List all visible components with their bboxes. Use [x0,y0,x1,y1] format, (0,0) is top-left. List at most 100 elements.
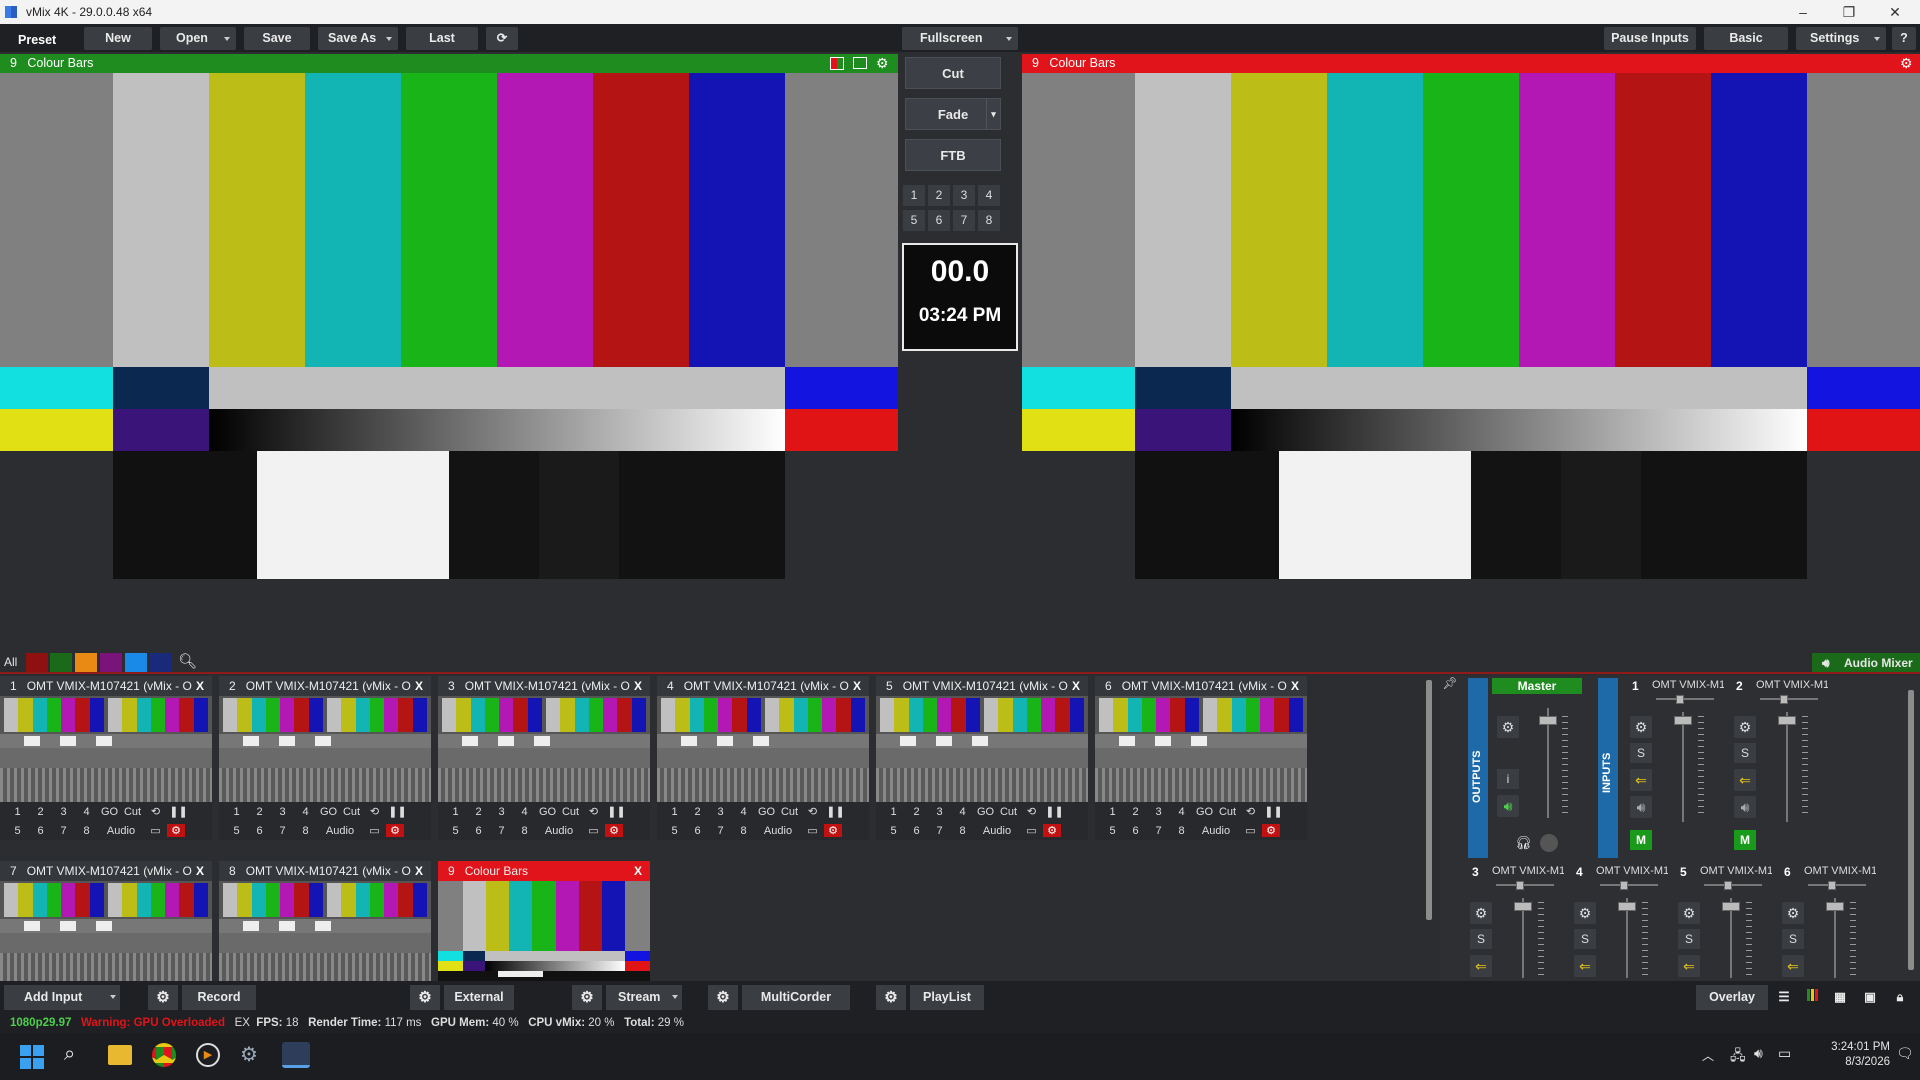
input-preview[interactable] [876,696,1088,802]
overlay-2-button[interactable]: 2 [905,806,928,818]
open-button[interactable]: Open [160,27,236,50]
overlay-5-button[interactable]: 5 [882,825,905,837]
save-button[interactable]: Save [244,27,310,50]
overlay-1-button[interactable]: 1 [663,806,686,818]
overlay-6-button[interactable]: 6 [1124,825,1147,837]
record-gear-icon[interactable]: ⚙ [148,985,178,1010]
stream-gear-icon[interactable]: ⚙ [572,985,602,1010]
overlay-1-button[interactable]: 1 [225,806,248,818]
filter-blue[interactable] [125,653,147,672]
channel-gear-icon[interactable]: ⚙ [1470,902,1492,924]
close-input-icon[interactable]: X [196,676,204,696]
overlay-4-button[interactable]: 4 [294,806,317,818]
monitor-icon[interactable]: ▭ [1239,824,1262,837]
minimize-button[interactable]: – [1788,2,1818,22]
overlay-2-button[interactable]: 2 [248,806,271,818]
cut-button[interactable]: Cut [905,57,1001,89]
settings-button[interactable]: Settings [1796,27,1886,50]
input-header[interactable]: 2 OMT VMIX-M107421 (vMix - O X [219,676,431,696]
preview-pane[interactable]: 9 Colour Bars ⚙ [0,54,898,587]
overlay-8-button[interactable]: 8 [732,825,755,837]
master-gear-icon[interactable]: ⚙ [1497,716,1519,738]
bus-arrow-icon[interactable]: ⇐ [1678,955,1700,977]
solo-button[interactable]: S [1630,743,1652,763]
input-cut-button[interactable]: Cut [340,806,363,818]
channel-gear-icon[interactable]: ⚙ [1782,902,1804,924]
settings-app-icon[interactable]: ⚙ [240,1042,258,1067]
volume-fader-knob[interactable] [1778,716,1796,725]
file-explorer-icon[interactable] [108,1045,132,1065]
master-speaker-icon[interactable]: 🔊︎ [1497,795,1519,817]
stream-button[interactable]: Stream [606,985,682,1010]
transition-8-button[interactable]: 8 [978,210,1000,231]
close-input-icon[interactable]: X [1072,676,1080,696]
transition-7-button[interactable]: 7 [953,210,975,231]
input-6[interactable]: 6 OMT VMIX-M107421 (vMix - O X 1234 GO Cu… [1095,676,1307,840]
solo-button[interactable]: S [1734,743,1756,763]
input-header[interactable]: 8 OMT VMIX-M107421 (vMix - O X [219,861,431,881]
overlay-4-button[interactable]: 4 [75,806,98,818]
quick-play-icon[interactable] [830,57,844,70]
overlay-2-button[interactable]: 2 [1124,806,1147,818]
input-gear-icon[interactable]: ⚙ [605,824,623,837]
playlist-gear-icon[interactable]: ⚙ [876,985,906,1010]
search-icon[interactable]: ⌕ [64,1043,75,1066]
filter-all[interactable]: All [4,655,17,669]
search-icon[interactable]: 🔍︎ [178,652,197,670]
chevron-down-icon[interactable] [110,995,116,999]
overlay-1-button[interactable]: 1 [882,806,905,818]
close-input-icon[interactable]: X [196,861,204,881]
balance-knob[interactable] [1620,881,1628,890]
monitor-icon[interactable]: ▭ [363,824,386,837]
pause-icon[interactable]: ❚❚ [386,805,409,818]
transition-3-button[interactable]: 3 [953,185,975,206]
transition-5-button[interactable]: 5 [903,210,925,231]
input-audio-button[interactable]: Audio [98,825,144,837]
overlay-5-button[interactable]: 5 [1101,825,1124,837]
fullscreen-button[interactable]: Fullscreen [902,27,1018,50]
overlay-8-button[interactable]: 8 [75,825,98,837]
master-knob[interactable] [1540,834,1558,852]
overlay-5-button[interactable]: 5 [225,825,248,837]
input-preview[interactable] [0,881,212,987]
filter-navy[interactable] [150,653,172,672]
input-cut-button[interactable]: Cut [1216,806,1239,818]
grid-view-icon[interactable]: ▦ [1828,985,1852,1010]
overlay-8-button[interactable]: 8 [513,825,536,837]
close-input-icon[interactable]: X [634,676,642,696]
overlay-5-button[interactable]: 5 [6,825,29,837]
transition-2-button[interactable]: 2 [928,185,950,206]
meter-icon[interactable] [1800,985,1824,1010]
volume-icon[interactable]: 🔊︎ [1754,1045,1763,1062]
master-fader-knob[interactable] [1539,716,1557,725]
input-cut-button[interactable]: Cut [559,806,582,818]
screen-icon[interactable] [853,57,867,69]
loop-icon[interactable]: ⟲ [363,805,386,818]
pin-icon[interactable]: 📌︎ [1440,676,1460,696]
loop-icon[interactable]: ⟲ [1239,805,1262,818]
external-button[interactable]: External [444,985,514,1010]
monitor-icon[interactable]: ▭ [582,824,605,837]
inputs-tab[interactable]: INPUTS [1598,678,1618,858]
overlay-2-button[interactable]: 2 [686,806,709,818]
overlay-4-button[interactable]: 4 [513,806,536,818]
input-header[interactable]: 1 OMT VMIX-M107421 (vMix - O X [0,676,212,696]
input-5[interactable]: 5 OMT VMIX-M107421 (vMix - O X 1234 GO Cu… [876,676,1088,840]
overlay-4-button[interactable]: 4 [951,806,974,818]
gear-icon[interactable]: ⚙ [876,54,889,73]
solo-button[interactable]: S [1470,929,1492,949]
save-as-button[interactable]: Save As [318,27,398,50]
solo-button[interactable]: S [1782,929,1804,949]
transition-4-button[interactable]: 4 [978,185,1000,206]
help-button[interactable]: ? [1892,27,1916,50]
mixer-scrollbar[interactable] [1908,690,1914,970]
input-cut-button[interactable]: Cut [778,806,801,818]
network-icon[interactable]: 🖧︎ [1730,1045,1746,1069]
input-header[interactable]: 4 OMT VMIX-M107421 (vMix - O X [657,676,869,696]
close-input-icon[interactable]: X [853,676,861,696]
input-cut-button[interactable]: Cut [997,806,1020,818]
bus-arrow-icon[interactable]: ⇐ [1734,769,1756,791]
loop-icon[interactable]: ⟲ [801,805,824,818]
outputs-tab[interactable]: OUTPUTS [1468,678,1488,858]
input-preview[interactable] [438,696,650,802]
